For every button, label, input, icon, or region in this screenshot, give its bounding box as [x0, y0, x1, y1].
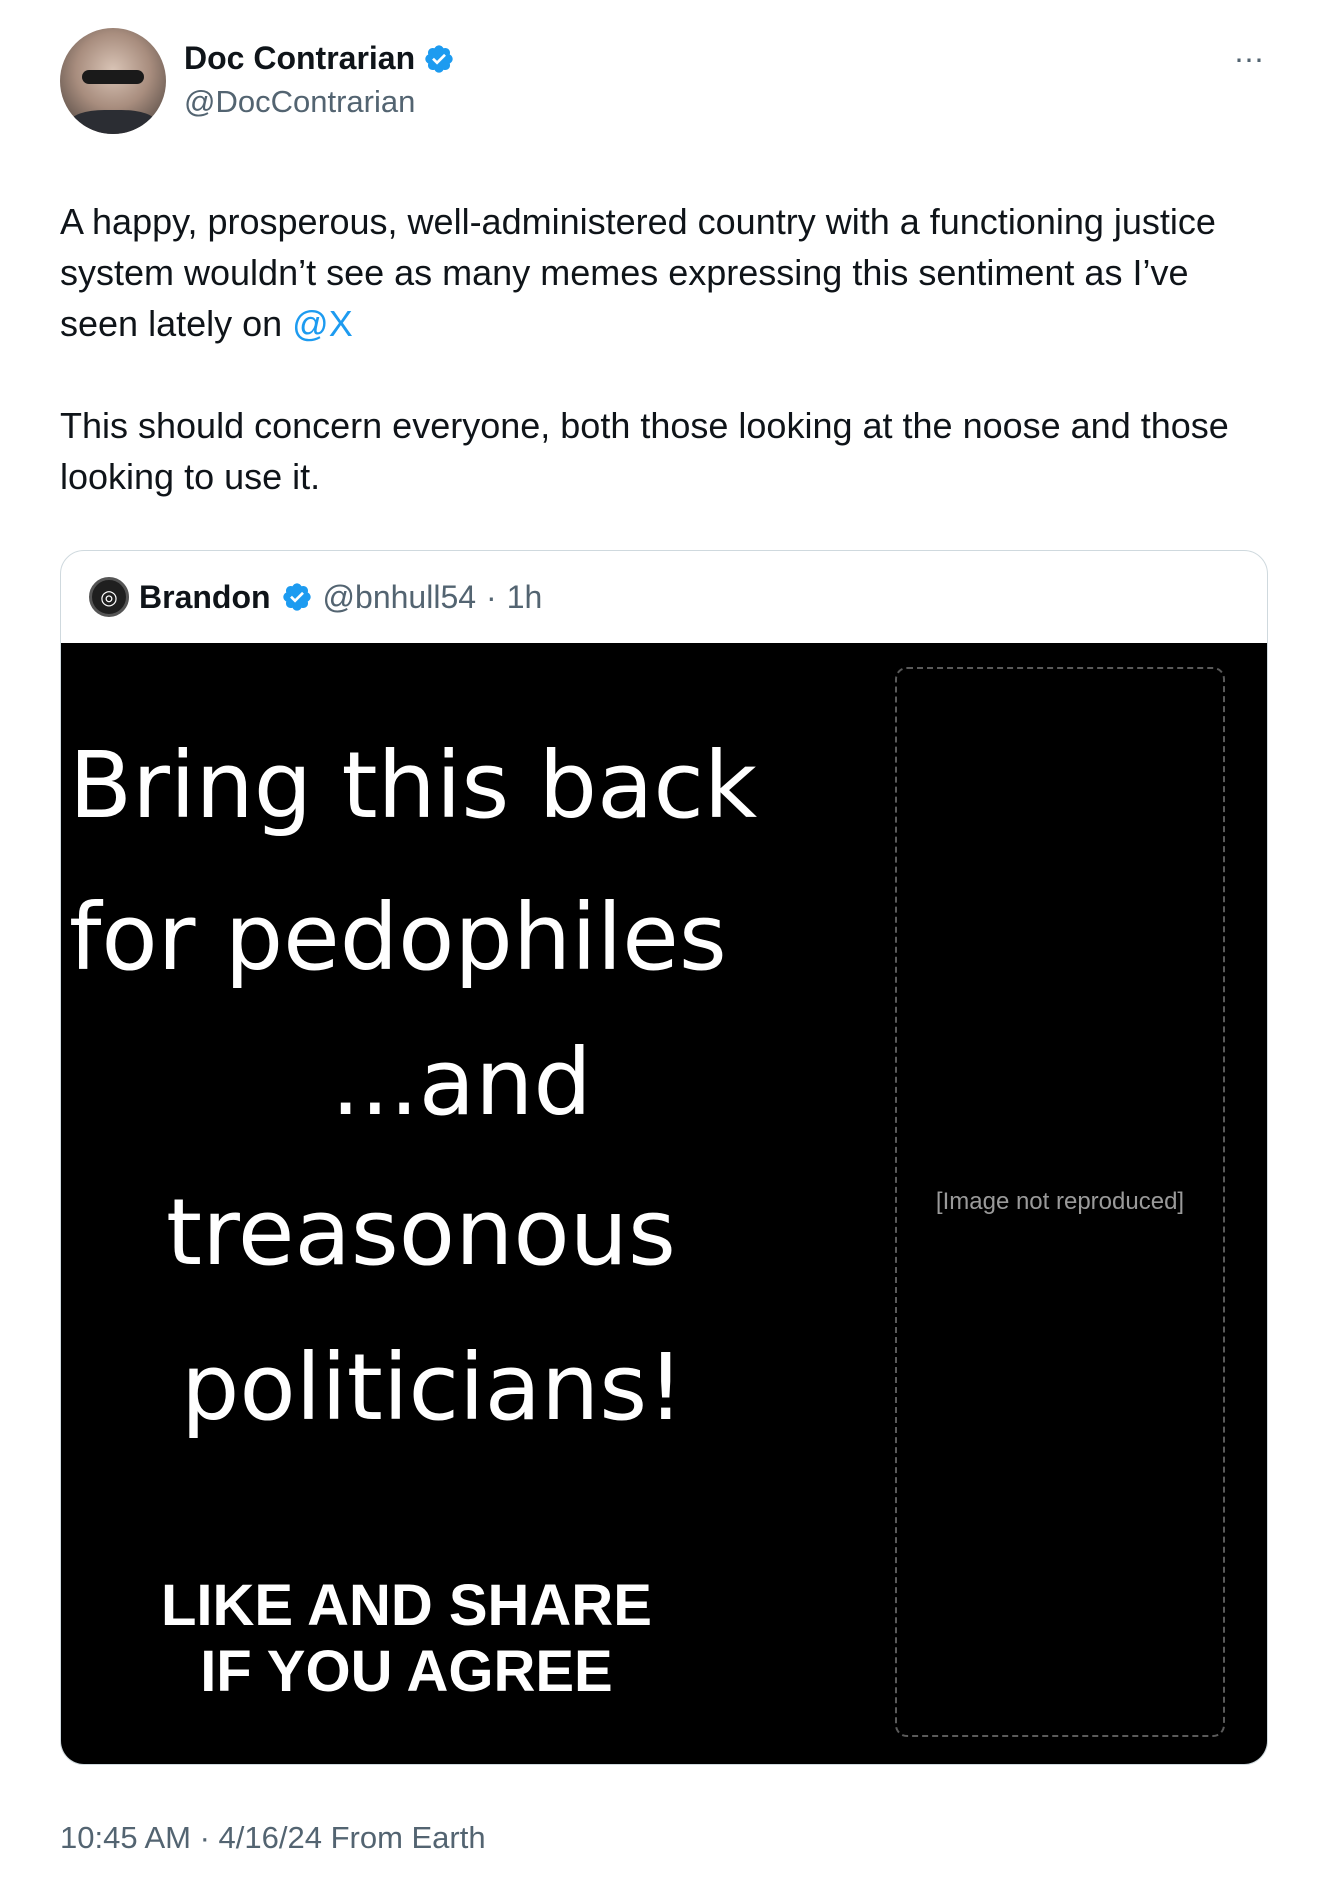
meme-line-1: Bring this back [69, 732, 758, 839]
quoted-author-handle[interactable]: @bnhull54 [323, 579, 476, 616]
quoted-tweet-card[interactable]: ◎ Brandon @bnhull54 · 1h Bring this back… [60, 550, 1268, 1765]
avatar-glasses [82, 70, 144, 84]
meme-call-to-action: LIKE AND SHARE IF YOU AGREE [161, 1573, 652, 1705]
tweet-paragraph-1: A happy, prosperous, well-administered c… [60, 196, 1265, 349]
tweet-header: Doc Contrarian @DocContrarian ⋯ [60, 28, 1265, 138]
meme-line-2: for pedophiles [69, 884, 727, 991]
meme-line-4: treasonous [166, 1179, 676, 1286]
tweet-body: A happy, prosperous, well-administered c… [60, 196, 1265, 502]
quoted-time[interactable]: 1h [507, 579, 543, 616]
meme-line-5: politicians! [181, 1334, 685, 1441]
more-options-icon[interactable]: ⋯ [1234, 46, 1265, 76]
author-display-name[interactable]: Doc Contrarian [184, 40, 415, 77]
image-placeholder: [Image not reproduced] [895, 667, 1225, 1737]
tweet-timestamp[interactable]: 10:45 AM · 4/16/24 From Earth [60, 1820, 486, 1856]
quoted-author-avatar[interactable]: ◎ [89, 577, 129, 617]
author-name-row[interactable]: Doc Contrarian [184, 40, 455, 77]
quoted-media[interactable]: Bring this back for pedophiles ...and tr… [61, 643, 1267, 1764]
meme-cta-line-1: LIKE AND SHARE [161, 1573, 652, 1638]
meme-line-3: ...and [331, 1029, 592, 1136]
quoted-tweet-header: ◎ Brandon @bnhull54 · 1h [61, 551, 1267, 643]
tweet-paragraph-1-text: A happy, prosperous, well-administered c… [60, 201, 1216, 344]
author-avatar[interactable] [60, 28, 166, 134]
tweet-paragraph-2: This should concern everyone, both those… [60, 405, 1229, 497]
quoted-separator: · [486, 578, 497, 615]
verified-badge-icon [282, 583, 311, 611]
meme-cta-line-2: IF YOU AGREE [200, 1639, 613, 1704]
author-handle[interactable]: @DocContrarian [184, 84, 415, 120]
avatar-collar [70, 110, 156, 134]
mention-link[interactable]: @X [292, 303, 353, 344]
verified-badge-icon [425, 44, 453, 73]
quoted-author-name[interactable]: Brandon [139, 579, 271, 616]
